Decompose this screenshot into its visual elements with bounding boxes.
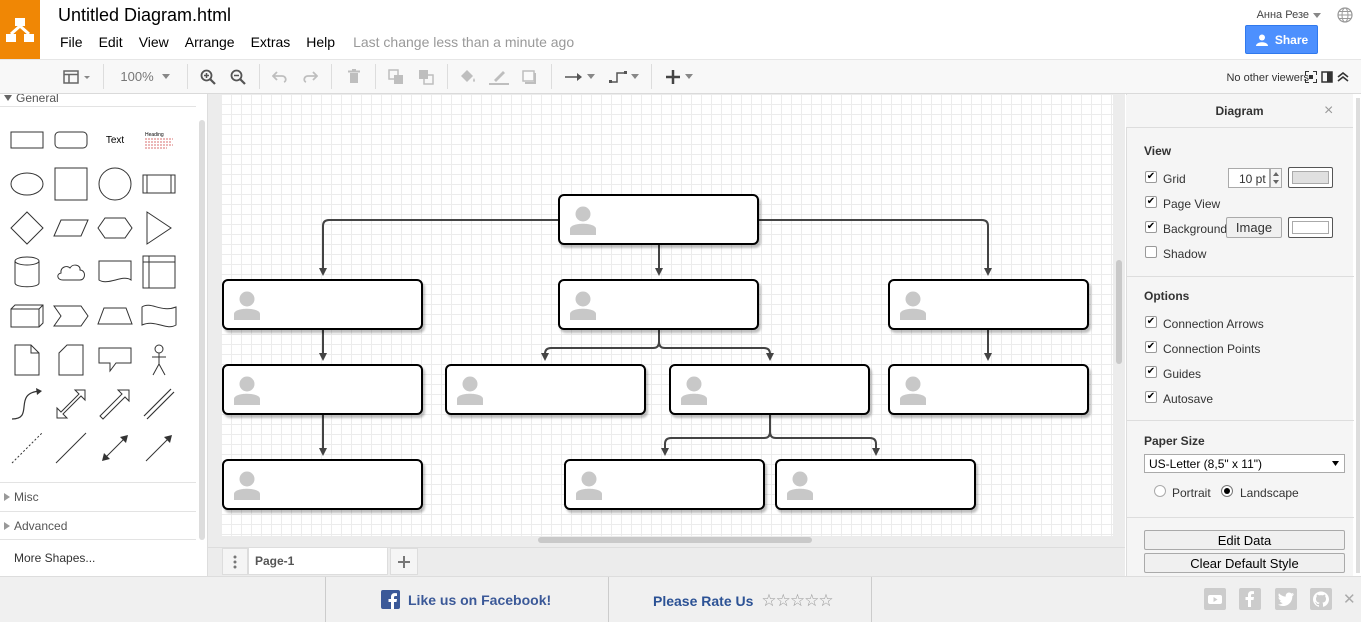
- more-vertical-icon: [233, 555, 237, 568]
- connector: [319, 219, 559, 276]
- connection-arrows-label: Connection Arrows: [1163, 317, 1264, 331]
- shadow-label: Shadow: [1163, 247, 1207, 261]
- facebook-share-icon[interactable]: [1239, 588, 1261, 610]
- page-view-label: Page View: [1163, 197, 1221, 211]
- person-icon: [570, 291, 596, 320]
- close-icon[interactable]: ✕: [1343, 590, 1356, 608]
- shadow-checkbox[interactable]: [1145, 246, 1157, 258]
- connection-arrows-checkbox[interactable]: ✔: [1145, 316, 1157, 328]
- grid-size-input[interactable]: 10 pt: [1228, 168, 1270, 188]
- page-view-checkbox[interactable]: ✔: [1145, 196, 1157, 208]
- person-icon: [234, 291, 260, 320]
- guides-label: Guides: [1163, 367, 1202, 381]
- format-panel-title: Diagram: [1126, 95, 1353, 128]
- options-header: Options: [1144, 289, 1190, 303]
- horizontal-scrollbar[interactable]: [538, 537, 812, 543]
- facebook-glyph: [1245, 591, 1254, 607]
- portrait-radio[interactable]: [1154, 485, 1166, 497]
- person-icon: [900, 291, 926, 320]
- grid-color-button[interactable]: [1288, 167, 1333, 188]
- pages-menu-button[interactable]: [222, 548, 248, 575]
- rate-us-label: Please Rate Us: [653, 593, 754, 609]
- add-page-button[interactable]: [390, 548, 418, 575]
- close-icon[interactable]: ×: [1324, 102, 1333, 120]
- grid-label: Grid: [1163, 172, 1186, 186]
- plus-icon: [398, 555, 410, 568]
- background-color-swatch: [1292, 221, 1329, 234]
- tab-page-1[interactable]: Page-1: [248, 548, 388, 575]
- org-node[interactable]: [558, 279, 759, 330]
- connector: [661, 415, 771, 456]
- paper-size-select[interactable]: US-Letter (8,5" x 11"): [1144, 454, 1345, 473]
- person-icon: [234, 376, 260, 405]
- facebook-like-label: Like us on Facebook!: [408, 591, 552, 608]
- connection-points-checkbox[interactable]: ✔: [1145, 341, 1157, 353]
- org-node[interactable]: [558, 194, 759, 245]
- landscape-label: Landscape: [1240, 486, 1299, 500]
- view-header: View: [1144, 144, 1172, 158]
- facebook-icon: [381, 590, 400, 609]
- org-node[interactable]: [222, 279, 423, 330]
- person-icon: [234, 471, 260, 500]
- connection-points-label: Connection Points: [1163, 342, 1261, 356]
- background-color-button[interactable]: [1288, 217, 1333, 238]
- grid-color-swatch: [1292, 171, 1329, 184]
- org-node[interactable]: [888, 364, 1089, 415]
- background-checkbox[interactable]: ✔: [1145, 221, 1157, 233]
- background-image-button[interactable]: Image: [1226, 217, 1282, 238]
- clear-default-style-button[interactable]: Clear Default Style: [1144, 553, 1345, 573]
- connector: [541, 330, 660, 361]
- person-icon: [787, 471, 813, 500]
- org-node[interactable]: [669, 364, 870, 415]
- youtube-glyph: [1208, 595, 1222, 604]
- connector: [769, 415, 880, 456]
- paper-size-value: US-Letter (8,5" x 11"): [1149, 457, 1263, 471]
- rate-us-link[interactable]: Please Rate Us ☆☆☆☆☆: [653, 591, 834, 611]
- org-node[interactable]: [888, 279, 1089, 330]
- person-icon: [570, 206, 596, 235]
- github-icon[interactable]: [1310, 588, 1332, 610]
- autosave-checkbox[interactable]: ✔: [1145, 391, 1157, 403]
- portrait-label: Portrait: [1172, 486, 1211, 500]
- grid-size-stepper[interactable]: [1270, 168, 1282, 188]
- radio-dot: [1224, 488, 1230, 494]
- twitter-glyph: [1278, 592, 1294, 606]
- stepper-arrows-icon: [1273, 172, 1279, 184]
- vertical-scrollbar[interactable]: [1116, 260, 1122, 364]
- connector: [658, 330, 774, 361]
- person-icon: [457, 376, 483, 405]
- org-node[interactable]: [222, 459, 423, 510]
- chevron-down-icon: [1332, 461, 1339, 466]
- youtube-icon[interactable]: [1204, 588, 1226, 610]
- connector: [759, 219, 992, 276]
- twitter-icon[interactable]: [1275, 588, 1297, 610]
- landscape-radio[interactable]: [1221, 485, 1233, 497]
- guides-checkbox[interactable]: ✔: [1145, 366, 1157, 378]
- edit-data-button[interactable]: Edit Data: [1144, 530, 1345, 550]
- github-glyph: [1313, 591, 1329, 607]
- person-icon: [900, 376, 926, 405]
- grid-checkbox[interactable]: ✔: [1145, 171, 1157, 183]
- org-node[interactable]: [564, 459, 765, 510]
- background-label: Background: [1163, 222, 1228, 236]
- paper-size-header: Paper Size: [1144, 434, 1205, 448]
- org-node[interactable]: [775, 459, 976, 510]
- person-icon: [681, 376, 707, 405]
- person-icon: [576, 471, 602, 500]
- rating-stars[interactable]: ☆☆☆☆☆: [761, 591, 833, 611]
- facebook-like-link[interactable]: Like us on Facebook!: [381, 590, 551, 609]
- org-node[interactable]: [445, 364, 646, 415]
- format-panel-scrollbar[interactable]: [1356, 98, 1360, 573]
- org-node[interactable]: [222, 364, 423, 415]
- autosave-label: Autosave: [1163, 392, 1214, 406]
